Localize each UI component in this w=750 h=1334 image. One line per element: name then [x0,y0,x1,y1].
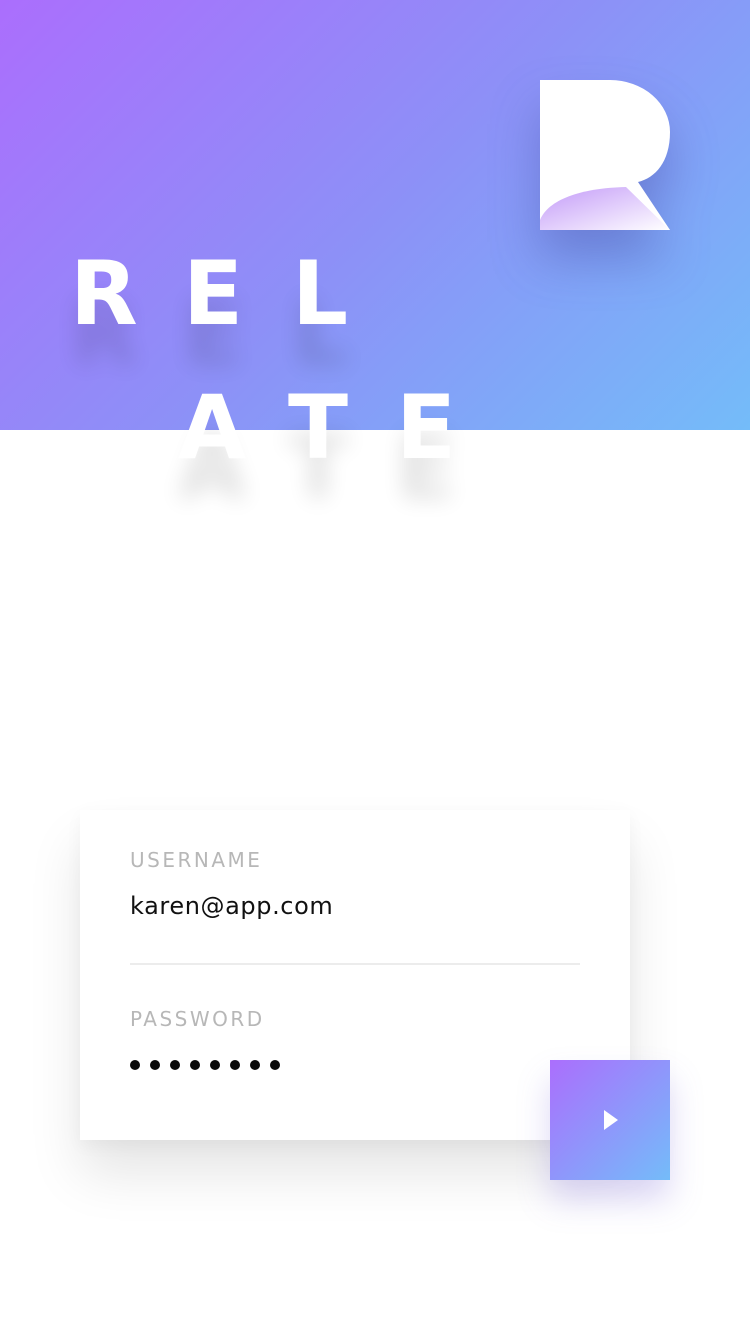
password-dot [230,1060,240,1070]
password-dot [190,1060,200,1070]
username-label: USERNAME [130,848,263,872]
password-dot [250,1060,260,1070]
password-dot [130,1060,140,1070]
play-icon [604,1110,618,1130]
relate-logo-icon [540,80,670,230]
password-input[interactable] [130,1060,280,1070]
password-dot [270,1060,280,1070]
password-dot [150,1060,160,1070]
submit-button[interactable] [550,1060,670,1180]
login-card: USERNAME karen@app.com PASSWORD [80,810,630,1140]
password-label: PASSWORD [130,1007,265,1031]
field-divider [130,963,580,965]
password-dot [210,1060,220,1070]
hero-header [0,0,750,430]
password-dot [170,1060,180,1070]
username-input[interactable]: karen@app.com [130,892,333,920]
